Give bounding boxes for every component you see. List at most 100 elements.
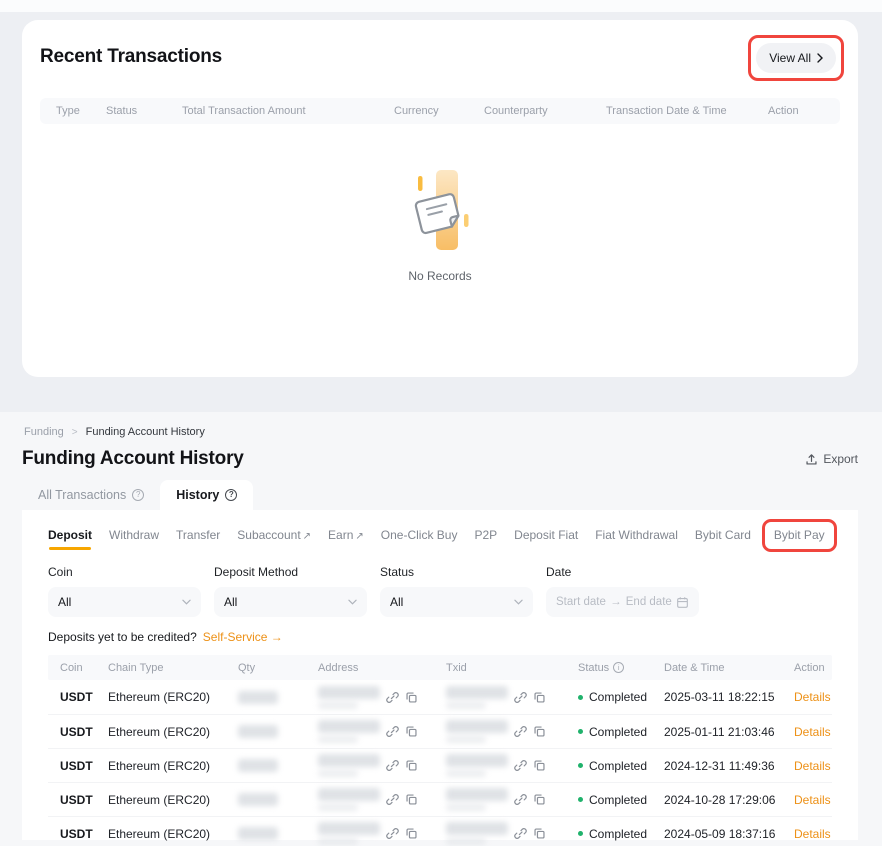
subtab[interactable]: Fiat Withdrawal↗ <box>595 524 678 551</box>
filter-date: Date Start date → End date <box>546 565 699 617</box>
copy-icon[interactable] <box>533 691 546 704</box>
subtab[interactable]: Deposit Fiat↗ <box>514 524 578 551</box>
copy-icon[interactable] <box>405 691 418 704</box>
copy-icon[interactable] <box>533 793 546 806</box>
explorer-link-icon[interactable] <box>386 725 399 738</box>
cell-address <box>318 788 446 811</box>
cell-status: Completed <box>578 690 664 704</box>
subtab[interactable]: Bybit Pay↗ <box>762 519 837 552</box>
cell-status: Completed <box>578 759 664 773</box>
subtab[interactable]: Earn↗ <box>328 524 364 551</box>
status-label: Completed <box>589 759 647 773</box>
explorer-link-icon[interactable] <box>514 759 527 772</box>
tab[interactable]: All Transactions ? <box>22 480 160 510</box>
cell-address <box>318 822 446 845</box>
page-title: Funding Account History <box>22 448 244 470</box>
filter-select[interactable]: All <box>214 587 367 617</box>
status-label: Completed <box>589 690 647 704</box>
column-header: Coini <box>60 662 108 674</box>
filter-select[interactable]: All <box>380 587 533 617</box>
cell-action: Details <box>794 759 831 773</box>
export-icon <box>805 453 818 466</box>
filter-select[interactable]: All <box>48 587 201 617</box>
details-link[interactable]: Details <box>794 759 831 773</box>
date-range-picker[interactable]: Start date → End date <box>546 587 699 617</box>
subtab[interactable]: Transfer↗ <box>176 524 220 551</box>
copy-icon[interactable] <box>405 827 418 840</box>
empty-state: No Records <box>22 164 858 283</box>
column-header: Action <box>768 105 824 117</box>
help-icon[interactable]: ? <box>132 489 144 501</box>
subtab-label: Bybit Pay <box>774 528 825 542</box>
column-header: Statusi <box>578 662 664 674</box>
explorer-link-icon[interactable] <box>386 793 399 806</box>
copy-icon[interactable] <box>533 759 546 772</box>
subtab-label: One-Click Buy <box>381 528 458 542</box>
details-link[interactable]: Details <box>794 827 831 841</box>
info-icon[interactable]: i <box>613 662 624 673</box>
explorer-link-icon[interactable] <box>514 725 527 738</box>
explorer-link-icon[interactable] <box>386 827 399 840</box>
subtab[interactable]: Deposit↗ <box>48 524 92 551</box>
export-button[interactable]: Export <box>805 452 858 466</box>
view-all-button[interactable]: View All <box>756 43 836 73</box>
copy-icon[interactable] <box>405 725 418 738</box>
filter-label: Status <box>380 565 533 579</box>
page: Recent Transactions View All Type Status… <box>0 0 882 846</box>
explorer-link-icon[interactable] <box>514 827 527 840</box>
copy-icon[interactable] <box>533 725 546 738</box>
cell-chain-type: Ethereum (ERC20) <box>108 793 238 807</box>
column-header: Qtyi <box>238 662 318 674</box>
subtab-label: Deposit Fiat <box>514 528 578 542</box>
table-row: USDT Ethereum (ERC20) <box>48 714 832 748</box>
export-label: Export <box>823 452 858 466</box>
subtab[interactable]: P2P↗ <box>474 524 497 551</box>
redacted-qty <box>238 827 278 840</box>
tab[interactable]: History ? <box>160 480 253 510</box>
annotation-highlight-box: View All <box>748 35 844 81</box>
cell-coin: USDT <box>60 725 108 739</box>
notice-text: Deposits yet to be credited? <box>48 630 197 644</box>
explorer-link-icon[interactable] <box>514 793 527 806</box>
explorer-link-icon[interactable] <box>386 759 399 772</box>
top-strip <box>0 0 882 12</box>
explorer-link-icon[interactable] <box>514 691 527 704</box>
column-header: Transaction Date & Time <box>606 105 768 117</box>
view-all-label: View All <box>769 51 811 65</box>
cell-qty <box>238 827 318 840</box>
explorer-link-icon[interactable] <box>386 691 399 704</box>
tab-label: History <box>176 488 219 502</box>
copy-icon[interactable] <box>405 793 418 806</box>
external-link-icon: ↗ <box>303 531 311 542</box>
external-link-icon: ↗ <box>355 531 363 542</box>
subtab[interactable]: Bybit Card↗ <box>695 524 751 551</box>
subtab-label: P2P <box>474 528 497 542</box>
tab-label: All Transactions <box>38 488 126 502</box>
filter-label: Deposit Method <box>214 565 367 579</box>
breadcrumb-parent[interactable]: Funding <box>24 426 64 438</box>
subtab[interactable]: One-Click Buy↗ <box>381 524 458 551</box>
status-dot <box>578 831 583 836</box>
subtab[interactable]: Subaccount↗ <box>237 524 311 551</box>
cell-status: Completed <box>578 793 664 807</box>
end-date-placeholder: End date <box>626 596 672 608</box>
copy-icon[interactable] <box>533 827 546 840</box>
details-link[interactable]: Details <box>794 690 831 704</box>
status-label: Completed <box>589 827 647 841</box>
chevron-down-icon <box>348 599 357 605</box>
redacted-txid <box>446 720 508 743</box>
cell-chain-type: Ethereum (ERC20) <box>108 759 238 773</box>
details-link[interactable]: Details <box>794 725 831 739</box>
empty-state-text: No Records <box>408 269 471 283</box>
help-icon[interactable]: ? <box>225 489 237 501</box>
copy-icon[interactable] <box>405 759 418 772</box>
title-row: Funding Account History Export <box>0 438 882 470</box>
self-service-link[interactable]: Self-Service → <box>203 630 283 644</box>
subtab[interactable]: Withdraw↗ <box>109 524 159 551</box>
cell-chain-type: Ethereum (ERC20) <box>108 725 238 739</box>
breadcrumb-separator: > <box>72 427 78 438</box>
details-link[interactable]: Details <box>794 793 831 807</box>
subtab-label: Deposit <box>48 528 92 542</box>
chevron-right-icon <box>817 53 823 63</box>
breadcrumb-current: Funding Account History <box>86 426 205 438</box>
